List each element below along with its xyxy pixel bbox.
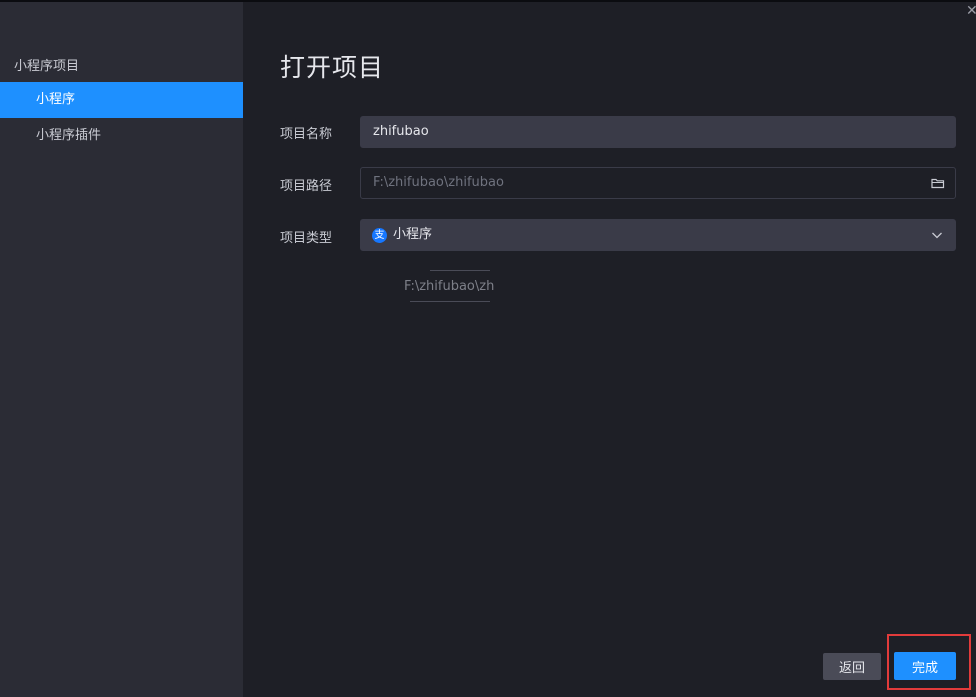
sidebar: 小程序项目 小程序 小程序插件 bbox=[0, 2, 243, 697]
open-project-window: 小程序项目 小程序 小程序插件 ✕ 打开项目 项目名称 zhifubao 项目路… bbox=[0, 0, 976, 697]
sidebar-item-miniprogram[interactable]: 小程序 bbox=[0, 82, 243, 118]
sidebar-item-miniprogram-plugin[interactable]: 小程序插件 bbox=[0, 118, 243, 154]
sidebar-group-title: 小程序项目 bbox=[14, 59, 80, 74]
folder-icon[interactable] bbox=[931, 177, 945, 189]
close-icon[interactable]: ✕ bbox=[966, 4, 976, 18]
back-button[interactable]: 返回 bbox=[823, 653, 881, 680]
project-type-select[interactable]: 支 小程序 bbox=[360, 219, 956, 251]
page-title: 打开项目 bbox=[280, 53, 385, 82]
project-type-value: 小程序 bbox=[393, 227, 433, 242]
ghost-path-text: F:\zhifubao\zh bbox=[404, 279, 495, 294]
chevron-down-icon bbox=[932, 232, 942, 239]
project-name-input[interactable]: zhifubao bbox=[360, 116, 956, 148]
project-path-value: F:\zhifubao\zhifubao bbox=[373, 175, 504, 190]
project-type-label: 项目类型 bbox=[280, 231, 333, 246]
project-path-input[interactable]: F:\zhifubao\zhifubao bbox=[360, 167, 956, 199]
ghost-divider bbox=[410, 301, 490, 302]
alipay-icon: 支 bbox=[372, 228, 387, 243]
done-button[interactable]: 完成 bbox=[894, 652, 956, 680]
project-path-label: 项目路径 bbox=[280, 179, 333, 194]
ghost-divider bbox=[430, 270, 490, 271]
project-name-label: 项目名称 bbox=[280, 127, 333, 142]
